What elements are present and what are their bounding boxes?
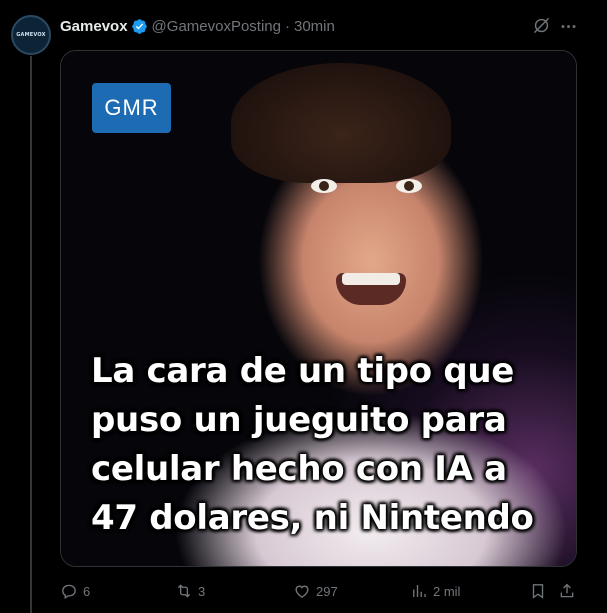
like-count: 297 [316, 583, 338, 599]
photo-eye-right [396, 179, 422, 193]
photo-hair [231, 63, 451, 183]
reply-icon [62, 584, 76, 600]
post[interactable]: GAMEVOX Gamevox @GamevoxPosting · 30min … [0, 0, 607, 613]
caption-line: puso un jueguito para [91, 400, 507, 440]
repost-count: 3 [198, 583, 206, 599]
separator-dot: · [285, 17, 290, 35]
views-button[interactable]: 2 mil [410, 580, 460, 602]
gmr-badge: GMR [92, 83, 171, 133]
grok-icon[interactable] [531, 15, 551, 35]
like-button[interactable]: 297 [293, 580, 338, 602]
reply-button[interactable]: 6 [60, 580, 90, 602]
caption-line: 47 dolares, ni Nintendo [91, 498, 534, 538]
caption-line: La cara de un tipo que [91, 351, 515, 391]
handle[interactable]: @GamevoxPosting [152, 18, 281, 35]
avatar[interactable]: GAMEVOX [11, 15, 51, 55]
repost-icon [177, 584, 191, 598]
post-header: Gamevox @GamevoxPosting · 30min [60, 15, 335, 37]
action-bar: 6 3 297 2 mil [60, 580, 580, 602]
photo-eye-left [311, 179, 337, 193]
avatar-text: GAMEVOX [16, 32, 46, 38]
thread-line [30, 56, 32, 613]
like-icon [295, 585, 309, 598]
media-image[interactable]: GMR La cara de un tipo que puso un juegu… [60, 50, 577, 567]
caption-line: celular hecho con IA a [91, 449, 507, 489]
bookmark-button[interactable] [529, 580, 547, 602]
display-name[interactable]: Gamevox [60, 18, 128, 35]
verified-icon[interactable] [131, 18, 148, 35]
photo-mouth [336, 273, 406, 305]
views-count: 2 mil [433, 583, 461, 599]
more-icon[interactable] [558, 16, 578, 36]
share-icon [560, 583, 574, 598]
views-icon [413, 585, 426, 597]
bookmark-icon [532, 584, 544, 599]
reply-count: 6 [83, 583, 91, 599]
image-caption: La cara de un tipo que puso un jueguito … [91, 347, 561, 543]
timestamp[interactable]: 30min [294, 18, 335, 35]
repost-button[interactable]: 3 [175, 580, 205, 602]
share-button[interactable] [558, 580, 576, 602]
